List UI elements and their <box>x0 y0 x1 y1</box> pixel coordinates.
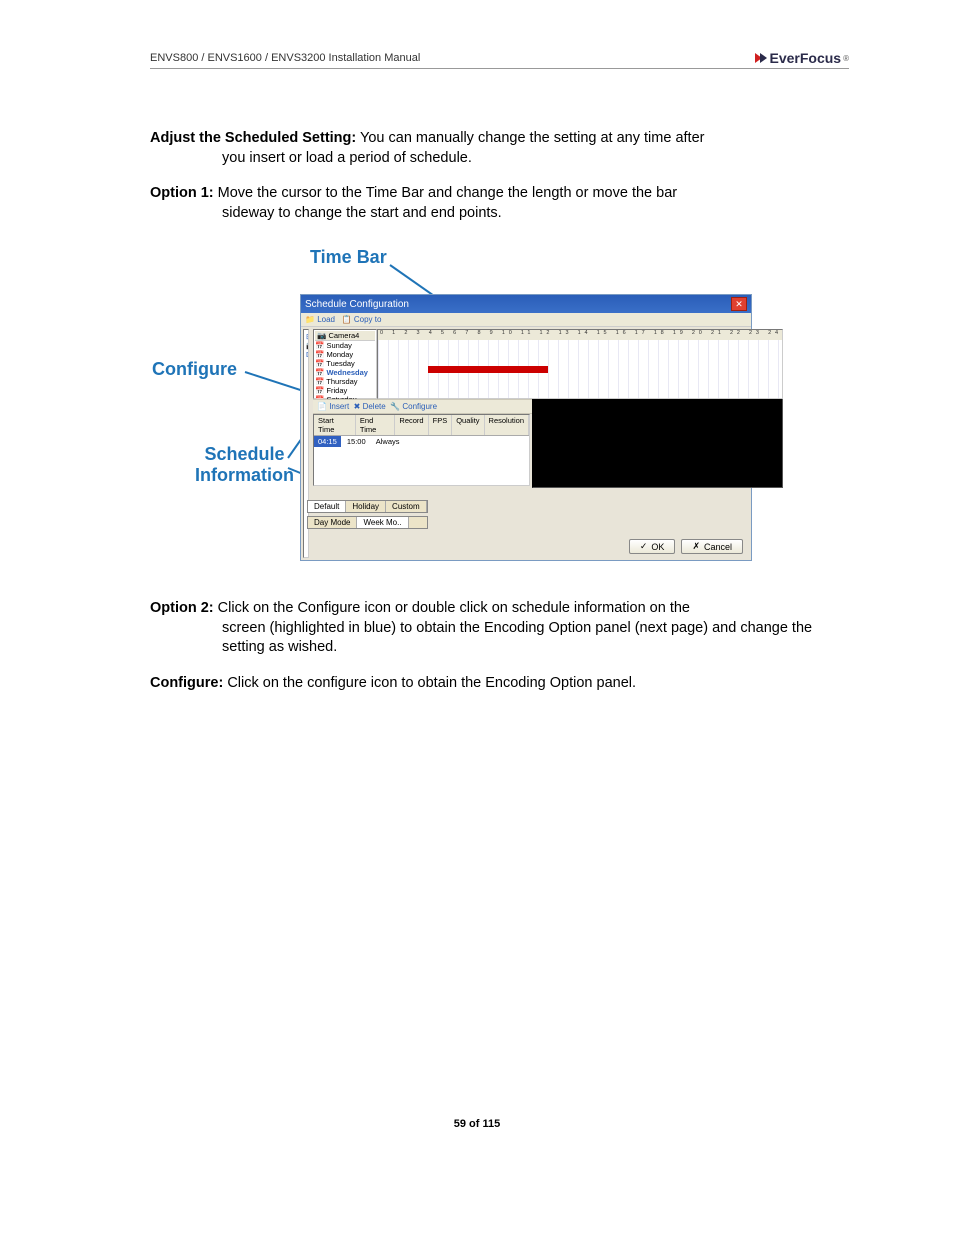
para-adjust: Adjust the Scheduled Setting: You can ma… <box>150 129 849 168</box>
page-footer: 59 of 115 <box>0 1118 954 1130</box>
tab-day-mode[interactable]: Day Mode <box>308 517 357 528</box>
brand-logo: EverFocus ® <box>754 50 850 66</box>
page-header: ENVS800 / ENVS1600 / ENVS3200 Installati… <box>150 50 849 69</box>
para-configure-rest: Click on the configure icon to obtain th… <box>223 675 636 691</box>
screenshot-diagram: Time Bar Configure Schedule Information … <box>140 239 849 569</box>
table-row[interactable]: 04:15 15:00 Always <box>314 436 529 447</box>
para-option2-rest: Click on the Configure icon or double cl… <box>214 600 690 616</box>
preview-pane <box>532 396 783 488</box>
para-option1: Option 1: Move the cursor to the Time Ba… <box>150 184 849 223</box>
delete-button[interactable]: Delete <box>363 402 386 411</box>
para-option2: Option 2: Click on the Configure icon or… <box>150 599 849 658</box>
para-option1-bold: Option 1: <box>150 185 214 201</box>
para-adjust-bold: Adjust the Scheduled Setting: <box>150 130 356 146</box>
ok-button[interactable]: ✓OK <box>629 539 676 554</box>
callout-schedule: Schedule Information <box>195 444 294 486</box>
tab-week-mode[interactable]: Week Mo.. <box>357 517 408 528</box>
logo-text: EverFocus <box>770 50 842 66</box>
tab-custom[interactable]: Custom <box>386 501 427 512</box>
window-title: Schedule Configuration <box>305 299 409 310</box>
tab-holiday[interactable]: Holiday <box>346 501 386 512</box>
titlebar: Schedule Configuration ✕ <box>301 295 751 313</box>
logo-reg: ® <box>843 54 849 63</box>
insert-button[interactable]: Insert <box>329 402 349 411</box>
para-adjust-indent: you insert or load a period of schedule. <box>150 149 849 169</box>
close-icon[interactable]: ✕ <box>731 297 747 311</box>
toolbar-copyto[interactable]: Copy to <box>354 315 382 324</box>
cell-end: 15:00 <box>343 436 370 447</box>
day-column: 📷 Camera4 📅 Sunday 📅 Monday 📅 Tuesday 📅 … <box>313 329 377 399</box>
para-configure: Configure: Click on the configure icon t… <box>150 674 849 694</box>
bottom-tabs: Default Holiday Custom Day Mode Week Mo.… <box>307 500 428 532</box>
window-toolbar: 📁 Load 📋 Copy to <box>301 313 751 327</box>
callout-configure: Configure <box>152 359 237 380</box>
para-option1-rest: Move the cursor to the Time Bar and chan… <box>214 185 677 201</box>
schedule-config-window: Schedule Configuration ✕ 📁 Load 📋 Copy t… <box>300 294 752 561</box>
x-icon: ✗ <box>692 541 700 552</box>
schedule-bar[interactable] <box>428 366 548 373</box>
time-bar-grid[interactable]: 0 1 2 3 4 5 6 7 8 9 10 11 12 13 14 15 16… <box>377 329 783 399</box>
para-option2-bold: Option 2: <box>150 600 214 616</box>
configure-button[interactable]: Configure <box>402 402 437 411</box>
header-title: ENVS800 / ENVS1600 / ENVS3200 Installati… <box>150 52 420 64</box>
table-header: Start Time End Time Record FPS Quality R… <box>314 415 529 436</box>
para-adjust-rest: You can manually change the setting at a… <box>356 130 704 146</box>
cell-record: Always <box>372 436 404 447</box>
callout-schedule-l1: Schedule <box>204 444 284 464</box>
logo-arrow-icon <box>754 51 768 65</box>
cancel-button[interactable]: ✗Cancel <box>681 539 743 554</box>
callout-timebar: Time Bar <box>310 247 387 268</box>
cell-start: 04:15 <box>314 436 341 447</box>
toolbar-load[interactable]: Load <box>317 315 335 324</box>
callout-schedule-l2: Information <box>195 465 294 485</box>
check-icon: ✓ <box>640 541 648 552</box>
para-configure-bold: Configure: <box>150 675 223 691</box>
tab-default[interactable]: Default <box>308 501 346 512</box>
schedule-table[interactable]: Start Time End Time Record FPS Quality R… <box>313 414 530 486</box>
